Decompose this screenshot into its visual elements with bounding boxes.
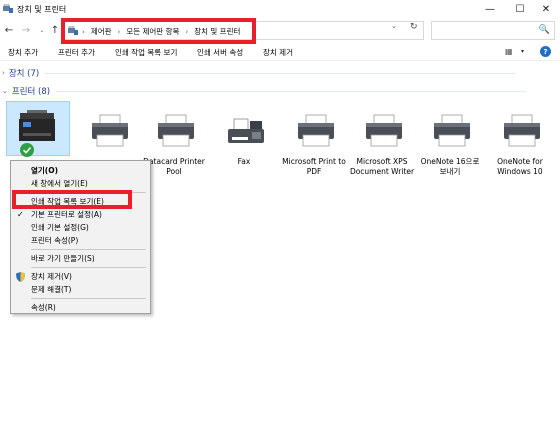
printer-tile[interactable]: Microsoft Print to PDF xyxy=(282,101,346,201)
printer-icon xyxy=(366,114,402,147)
view-options-icon[interactable]: ▦ xyxy=(505,47,513,56)
refresh-icon[interactable]: ↻ xyxy=(410,22,418,32)
menu-item-label: 기본 프린터로 설정(A) xyxy=(31,210,102,219)
command-bar: 장치 추가 프린터 추가 인쇄 작업 목록 보기 인쇄 서버 속성 장치 제거 … xyxy=(0,44,560,61)
group-printers-label: 프린터 (8) xyxy=(11,87,51,97)
menu-item-properties[interactable]: 속성(R) xyxy=(11,301,150,314)
devices-printers-app-icon xyxy=(3,4,13,13)
see-print-queue-button[interactable]: 인쇄 작업 목록 보기 xyxy=(115,47,177,58)
printer-icon xyxy=(298,114,334,147)
add-printer-button[interactable]: 프린터 추가 xyxy=(58,47,95,58)
printer-tile[interactable]: OneNote 16으로 보내기 xyxy=(420,101,480,201)
group-divider xyxy=(45,72,516,74)
breadcrumb-devices-printers[interactable]: 장치 및 프린터 xyxy=(194,26,240,37)
printer-name: OneNote 16으로 보내기 xyxy=(420,157,480,176)
printer-icon xyxy=(158,114,194,147)
menu-item-set-default-printer[interactable]: ✓ 기본 프린터로 설정(A) xyxy=(11,208,150,221)
printer-name: Microsoft XPS Document Writer xyxy=(349,157,415,176)
address-history-dropdown[interactable]: ⌄ xyxy=(391,22,397,30)
back-button[interactable]: ← xyxy=(2,23,16,37)
shield-icon xyxy=(16,272,25,282)
menu-separator xyxy=(31,267,146,268)
menu-separator xyxy=(31,249,146,250)
menu-item-troubleshoot[interactable]: 문제 해결(T) xyxy=(11,283,150,296)
printer-name: Fax xyxy=(237,157,251,166)
printer-name: OneNote for Windows 10 xyxy=(497,157,543,176)
multifunction-printer-icon xyxy=(19,110,55,141)
printer-icon xyxy=(504,114,540,147)
recent-locations-dropdown[interactable]: ⌄ xyxy=(35,23,49,37)
forward-button[interactable]: → xyxy=(19,23,33,37)
menu-item-printing-preferences[interactable]: 인쇄 기본 설정(G) xyxy=(11,221,150,234)
print-server-properties-button[interactable]: 인쇄 서버 속성 xyxy=(197,47,243,58)
search-icon: 🔍 xyxy=(538,25,550,35)
printer-tile[interactable]: Fax xyxy=(214,101,274,201)
breadcrumb-all-items[interactable]: 모든 제어판 항목 xyxy=(126,26,179,37)
breadcrumb-separator: › xyxy=(185,27,189,36)
menu-separator xyxy=(31,192,146,193)
context-menu: 열기(O) 새 창에서 열기(E) 인쇄 작업 목록 보기(E) ✓ 기본 프린… xyxy=(10,160,151,314)
printer-tile-default[interactable] xyxy=(6,101,70,157)
menu-item-printer-properties[interactable]: 프린터 속성(P) xyxy=(11,234,150,247)
breadcrumb: › 제어판 › 모든 제어판 항목 › 장치 및 프린터 xyxy=(82,26,240,37)
remove-device-button[interactable]: 장치 제거 xyxy=(263,47,293,58)
printer-tile[interactable]: Microsoft XPS Document Writer xyxy=(350,101,414,201)
help-icon[interactable]: ? xyxy=(540,46,551,57)
menu-item-remove-device[interactable]: 장치 제거(V) xyxy=(11,270,150,283)
close-button[interactable]: ✕ xyxy=(531,0,560,18)
printer-icon xyxy=(92,114,128,147)
checkmark-icon: ✓ xyxy=(17,210,24,219)
breadcrumb-control-panel[interactable]: 제어판 xyxy=(91,26,112,37)
chevron-right-icon: › xyxy=(2,69,5,77)
menu-item-create-shortcut[interactable]: 바로 가기 만들기(S) xyxy=(11,252,150,265)
add-device-button[interactable]: 장치 추가 xyxy=(8,47,38,58)
default-check-badge-icon xyxy=(20,143,34,157)
menu-item-see-print-queue[interactable]: 인쇄 작업 목록 보기(E) xyxy=(11,195,150,208)
printer-icon xyxy=(434,114,470,147)
printer-tile[interactable]: OneNote for Windows 10 xyxy=(490,101,550,201)
printer-name: Microsoft Print to PDF xyxy=(282,157,346,176)
menu-item-open-new-window[interactable]: 새 창에서 열기(E) xyxy=(11,177,150,190)
group-divider xyxy=(56,90,527,92)
minimize-button[interactable]: — xyxy=(475,0,505,18)
address-bar[interactable]: › 제어판 › 모든 제어판 항목 › 장치 및 프린터 xyxy=(63,21,424,40)
window-title: 장치 및 프린터 xyxy=(17,5,67,14)
devices-printers-icon xyxy=(68,26,78,35)
view-dropdown-icon[interactable]: ▾ xyxy=(521,48,524,55)
group-printers[interactable]: ⌄ 프린터 (8) xyxy=(2,85,527,97)
search-input[interactable]: 🔍 xyxy=(431,21,555,40)
group-devices[interactable]: › 장치 (7) xyxy=(2,67,516,79)
menu-item-label: 장치 제거(V) xyxy=(31,272,72,281)
fax-icon xyxy=(228,118,264,143)
menu-item-open[interactable]: 열기(O) xyxy=(11,164,150,177)
menu-separator xyxy=(31,298,146,299)
breadcrumb-separator: › xyxy=(82,27,85,36)
chevron-down-icon: ⌄ xyxy=(2,87,8,95)
title-bar: 장치 및 프린터 — ☐ ✕ xyxy=(0,0,560,18)
printer-tile[interactable]: Datacard Printer Pool xyxy=(143,101,205,201)
breadcrumb-separator: › xyxy=(117,27,121,36)
up-button[interactable]: ↑ xyxy=(48,23,62,37)
group-devices-label: 장치 (7) xyxy=(8,69,40,79)
